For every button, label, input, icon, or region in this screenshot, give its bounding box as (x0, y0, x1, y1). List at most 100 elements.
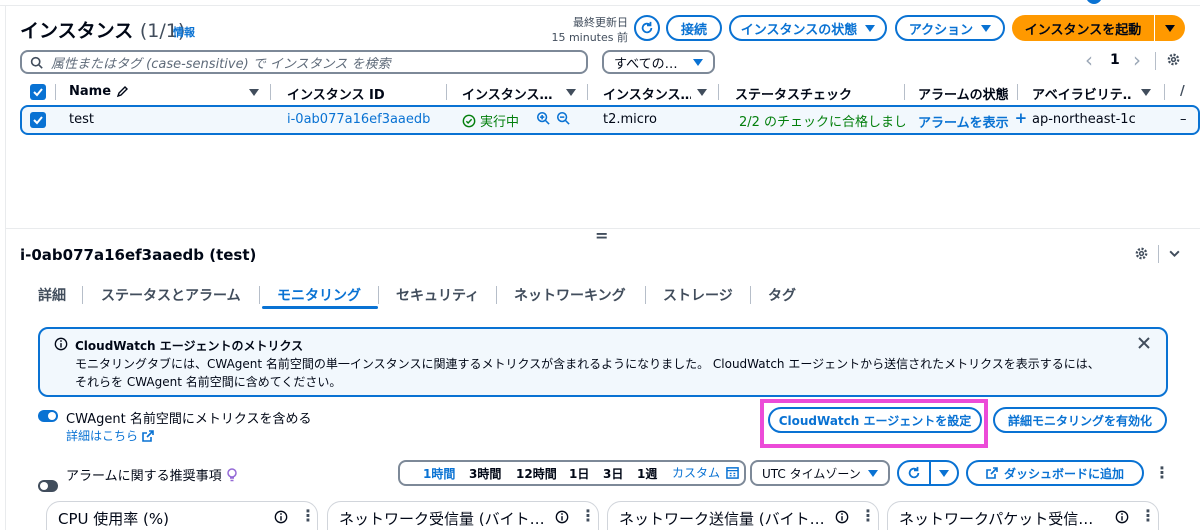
lightbulb-icon (226, 467, 237, 481)
table-settings-button[interactable] (1166, 52, 1181, 71)
select-all-checkbox[interactable] (30, 84, 46, 100)
time-range-1d[interactable]: 1日 (569, 465, 589, 482)
enable-detailed-monitoring-button[interactable]: 詳細モニタリングを有効化 (993, 407, 1167, 433)
tab-divider (496, 286, 497, 304)
info-icon[interactable] (835, 510, 849, 528)
splitter-handle[interactable]: = (595, 226, 608, 245)
learn-more-link[interactable]: 詳細はこちら (66, 427, 154, 444)
time-range-custom[interactable]: カスタム (672, 464, 739, 481)
instance-state-dropdown[interactable]: インスタンスの状態 (729, 15, 887, 41)
view-alarms-link[interactable]: アラームを表示 + (918, 109, 1028, 132)
column-header-instance-type[interactable]: インスタンス… (603, 84, 691, 103)
pagination-next[interactable]: › (1133, 48, 1141, 72)
column-header-status-check[interactable]: ステータスチェック (735, 84, 852, 103)
add-to-dashboard-button[interactable]: ダッシュボードに追加 (966, 460, 1144, 486)
refresh-icon (908, 466, 920, 479)
cwagent-toggle[interactable] (38, 410, 58, 422)
cwagent-toggle-label: CWAgent 名前空間にメトリクスを含める (66, 412, 312, 427)
caret-down-icon (868, 469, 878, 477)
metric-card-menu-button[interactable]: ⋮ (860, 506, 876, 525)
column-header-instance-state[interactable]: インスタンス… (462, 84, 557, 103)
info-icon[interactable] (1115, 510, 1129, 528)
info-icon[interactable] (274, 510, 288, 528)
tab-monitoring[interactable]: モニタリング (277, 285, 361, 305)
refresh-button[interactable] (634, 15, 660, 41)
column-header-availability-zone[interactable]: アベイラビリテ… (1032, 84, 1132, 103)
tab-security[interactable]: セキュリティ (396, 285, 479, 305)
check-circle-icon (462, 114, 476, 127)
zoom-out-button[interactable] (556, 111, 570, 129)
detail-settings-button[interactable] (1134, 246, 1149, 265)
configure-cloudwatch-agent-button[interactable]: CloudWatch エージェントを設定 (768, 407, 982, 433)
metric-card-menu-button[interactable]: ⋮ (1140, 506, 1156, 525)
time-range-1w[interactable]: 1週 (637, 465, 657, 482)
calendar-icon (726, 467, 739, 479)
timezone-select[interactable]: UTC タイムゾーン (750, 460, 890, 486)
time-range-3h[interactable]: 3時間 (469, 465, 501, 482)
state-filter-select[interactable]: すべての… (602, 50, 715, 74)
external-link-icon (986, 467, 998, 479)
column-header-partial: / (1180, 84, 1185, 99)
info-alert-close-button[interactable] (1137, 336, 1151, 354)
page-title: インスタンス (1/1) (20, 20, 186, 42)
alarm-recommendations-label: アラームに関する推奨事項 (66, 465, 238, 484)
sort-caret-icon[interactable] (249, 89, 259, 96)
sort-caret-icon[interactable] (566, 89, 576, 96)
alarm-recommendations-toggle[interactable] (38, 480, 58, 492)
info-alert-title: CloudWatch エージェントのメトリクス (75, 339, 304, 353)
col-divider (904, 84, 905, 100)
col-divider (1017, 84, 1018, 100)
tab-divider (378, 286, 379, 304)
tab-details[interactable]: 詳細 (38, 285, 66, 305)
metric-card-title: ネットワーク送信量 (バイト… (619, 510, 825, 528)
info-alert-line1: モニタリングタブには、CWAgent 名前空間の単一インスタンスに関連するメトリ… (75, 357, 1100, 371)
detail-settings-divider (1158, 245, 1159, 263)
time-range-12h[interactable]: 12時間 (516, 465, 557, 482)
cell-availability-zone: ap-northeast-1c (1032, 112, 1136, 127)
close-icon (1138, 337, 1150, 349)
sort-caret-icon[interactable] (697, 89, 707, 96)
launch-instance-button[interactable]: インスタンスを起動 (1012, 15, 1154, 41)
collapse-button[interactable] (1168, 247, 1181, 264)
info-link[interactable]: 情報 (173, 24, 195, 40)
metric-card-menu-button[interactable]: ⋮ (580, 506, 596, 525)
time-range-3d[interactable]: 3日 (603, 465, 623, 482)
tab-tags[interactable]: タグ (768, 285, 796, 305)
sort-caret-icon[interactable] (1141, 89, 1151, 96)
connect-button[interactable]: 接続 (666, 15, 722, 41)
cell-name: test (69, 112, 94, 127)
check-icon (33, 88, 43, 97)
refresh-metrics-button[interactable] (897, 460, 959, 486)
column-header-instance-id[interactable]: インスタンス ID (287, 84, 385, 103)
col-divider (718, 84, 719, 100)
pagination-prev[interactable]: ‹ (1085, 48, 1093, 72)
caret-down-icon (1165, 24, 1175, 32)
col-divider (1164, 84, 1165, 100)
pagination-page[interactable]: 1 (1110, 52, 1120, 68)
info-icon[interactable] (555, 510, 569, 528)
metric-card-title: ネットワークパケット受信… (899, 510, 1094, 528)
tab-storage[interactable]: ストレージ (663, 285, 733, 305)
tab-divider (82, 286, 83, 304)
search-input[interactable]: 属性またはタグ (case-sensitive) で インスタンス を検索 (20, 50, 588, 74)
time-range-1h[interactable]: 1時間 (423, 465, 455, 482)
plus-icon: + (1014, 109, 1028, 127)
more-options-button[interactable]: ⋮ (1154, 463, 1170, 482)
zoom-in-button[interactable] (536, 111, 550, 129)
column-header-name[interactable]: Name (69, 84, 129, 99)
metric-card-menu-button[interactable]: ⋮ (300, 506, 316, 525)
cell-instance-state: 実行中 (462, 111, 519, 130)
last-updated: 最終更新日 15 minutes 前 (551, 16, 628, 44)
column-header-alarm-state[interactable]: アラームの状態 (918, 84, 1009, 103)
cell-instance-id-link[interactable]: i-0ab077a16ef3aaedb (287, 112, 430, 127)
actions-dropdown[interactable]: アクション (895, 15, 1005, 41)
col-divider (270, 84, 271, 100)
launch-instance-menu-button[interactable] (1155, 15, 1185, 41)
row-checkbox[interactable] (30, 112, 46, 128)
metric-card-title: ネットワーク受信量 (バイト… (339, 510, 545, 528)
refresh-icon (641, 21, 653, 34)
tab-networking[interactable]: ネットワーキング (514, 285, 626, 305)
tab-status-alarms[interactable]: ステータスとアラーム (101, 285, 241, 305)
caret-down-icon (939, 469, 949, 477)
info-alert-line2: それらを CWAgent 名前空間に含めてください。 (75, 375, 342, 389)
